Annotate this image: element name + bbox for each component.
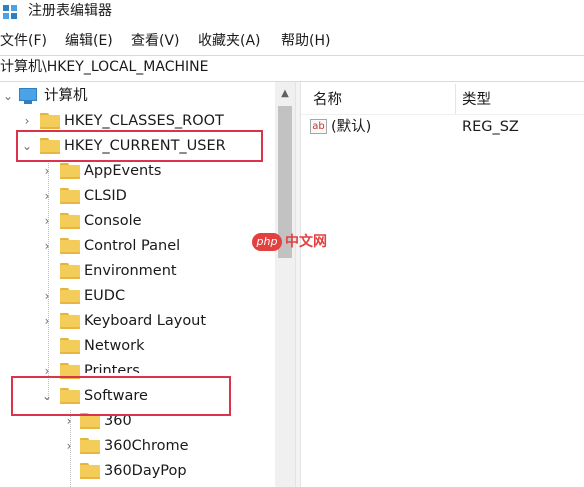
column-separator[interactable]	[455, 84, 456, 114]
tree-item-360[interactable]: 360	[104, 409, 132, 434]
folder-icon	[60, 188, 80, 204]
chevron-down-icon[interactable]: ⌄	[1, 84, 15, 109]
column-header-name[interactable]: 名称	[313, 91, 342, 109]
tree-item-keyboard-layout[interactable]: Keyboard Layout	[84, 309, 206, 334]
chevron-right-icon[interactable]: ›	[40, 359, 54, 384]
folder-icon	[40, 113, 60, 129]
tree-item-software[interactable]: Software	[84, 384, 148, 409]
folder-icon	[60, 238, 80, 254]
regedit-app-icon	[3, 5, 17, 19]
folder-icon	[60, 163, 80, 179]
chevron-right-icon[interactable]: ›	[40, 159, 54, 184]
computer-stand-icon	[24, 101, 32, 104]
scroll-up-arrow-icon[interactable]: ▲	[275, 82, 295, 104]
chevron-right-icon[interactable]: ›	[40, 184, 54, 209]
chevron-right-icon[interactable]: ›	[40, 234, 54, 259]
folder-icon	[80, 413, 100, 429]
value-type-cell[interactable]: REG_SZ	[462, 118, 519, 136]
folder-icon	[60, 388, 80, 404]
menu-view[interactable]: 查看(V)	[131, 32, 180, 50]
folder-icon	[80, 463, 100, 479]
values-list-pane[interactable]	[301, 82, 584, 487]
folder-icon	[40, 138, 60, 154]
chevron-down-icon[interactable]: ⌄	[40, 384, 54, 409]
chevron-right-icon[interactable]: ›	[62, 434, 76, 459]
watermark-text: 中文网	[285, 234, 327, 250]
tree-item-printers[interactable]: Printers	[84, 359, 140, 373]
tree-item-network[interactable]: Network	[84, 334, 145, 359]
computer-icon	[19, 88, 37, 101]
value-name-cell[interactable]: (默认)	[331, 118, 371, 136]
tree-item-appevents[interactable]: AppEvents	[84, 159, 161, 184]
chevron-right-icon[interactable]: ›	[20, 109, 34, 134]
menu-help[interactable]: 帮助(H)	[281, 32, 330, 50]
folder-icon	[60, 213, 80, 229]
tree-item-control-panel[interactable]: Control Panel	[84, 234, 180, 259]
folder-icon	[60, 288, 80, 304]
window-title: 注册表编辑器	[28, 3, 112, 19]
chevron-down-icon[interactable]: ⌄	[20, 134, 34, 159]
folder-icon	[60, 263, 80, 279]
header-divider	[301, 114, 584, 115]
menu-edit[interactable]: 编辑(E)	[65, 32, 113, 50]
chevron-right-icon[interactable]: ›	[40, 209, 54, 234]
chevron-right-icon[interactable]: ›	[40, 284, 54, 309]
tree-item-computer[interactable]: 计算机	[44, 84, 88, 109]
folder-icon	[60, 313, 80, 329]
watermark-badge: php	[252, 233, 282, 251]
chevron-right-icon[interactable]: ›	[62, 409, 76, 434]
folder-icon	[60, 338, 80, 354]
tree-item-environment[interactable]: Environment	[84, 259, 177, 284]
tree-item-console[interactable]: Console	[84, 209, 142, 234]
tree-item-hkey-current-user[interactable]: HKEY_CURRENT_USER	[64, 134, 226, 159]
address-path[interactable]: 计算机\HKEY_LOCAL_MACHINE	[0, 58, 208, 76]
folder-icon	[60, 363, 80, 379]
tree-item-clsid[interactable]: CLSID	[84, 184, 127, 209]
tree-item-360chrome[interactable]: 360Chrome	[104, 434, 189, 459]
tree-item-hkey-classes-root[interactable]: HKEY_CLASSES_ROOT	[64, 109, 224, 134]
menu-file[interactable]: 文件(F)	[0, 32, 47, 50]
chevron-right-icon[interactable]: ›	[40, 309, 54, 334]
folder-icon	[80, 438, 100, 454]
tree-item-360daypop[interactable]: 360DayPop	[104, 459, 187, 484]
string-value-icon: ab	[310, 119, 327, 134]
column-header-type[interactable]: 类型	[462, 91, 491, 109]
tree-item-eudc[interactable]: EUDC	[84, 284, 125, 309]
php-watermark: php 中文网	[252, 232, 334, 252]
menu-favorites[interactable]: 收藏夹(A)	[198, 32, 261, 50]
